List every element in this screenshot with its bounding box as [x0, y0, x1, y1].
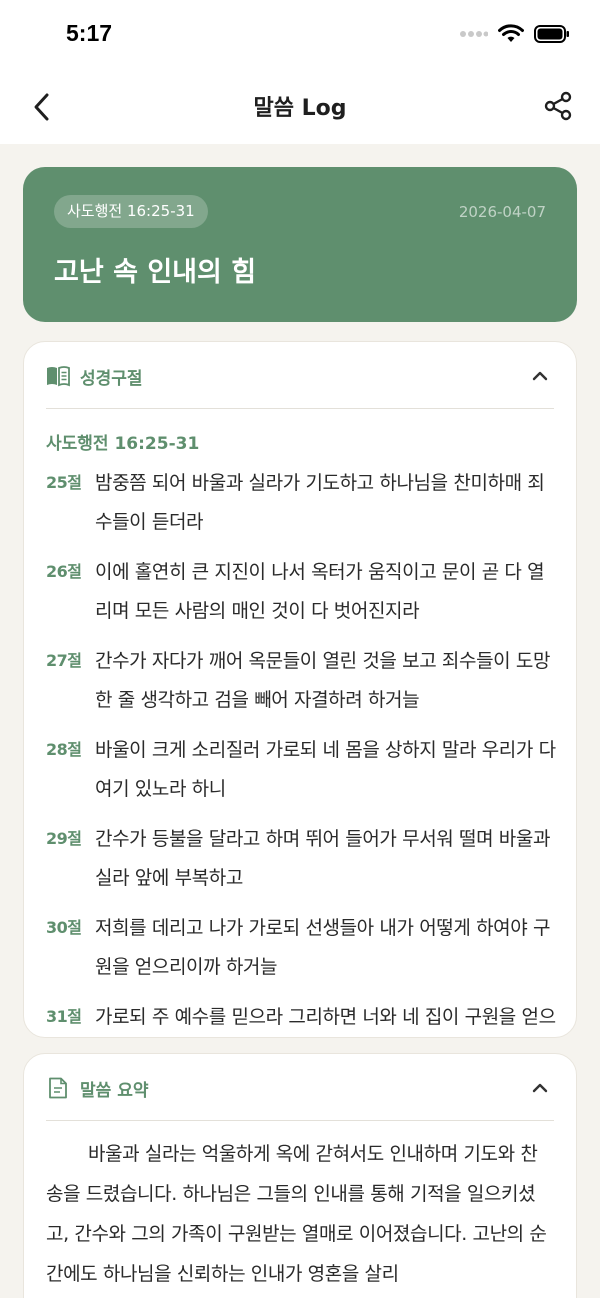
verse-text: 바울이 크게 소리질러 가로되 네 몸을 상하지 말라 우리가 다 여기 있노라…	[95, 739, 556, 800]
page-title: 말씀 Log	[253, 96, 347, 121]
verse-item: 27절 간수가 자다가 깨어 옥문들이 열린 것을 보고 죄수들이 도망한 줄 …	[46, 642, 558, 720]
verse-number: 27절	[46, 651, 82, 670]
verse-number: 26절	[46, 562, 82, 581]
status-icons	[460, 24, 570, 44]
scripture-section-title: 성경구절	[80, 369, 143, 389]
verse-item: 25절 밤중쯤 되어 바울과 실라가 기도하고 하나님을 찬미하매 죄수들이 듣…	[46, 464, 558, 542]
sermon-hero-card: 사도행전 16:25-31 2026-04-07 고난 속 인내의 힘	[23, 167, 577, 322]
share-button[interactable]	[540, 88, 576, 124]
navigation-bar: 말씀 Log	[0, 70, 600, 144]
battery-icon	[534, 25, 569, 43]
share-icon	[544, 91, 572, 121]
verse-text: 가로되 주 예수를 믿으라 그리하면 너와 네 집이 구원을 얻으리라 하고	[95, 1006, 556, 1028]
verse-item: 30절 저희를 데리고 나가 가로되 선생들아 내가 어떻게 하여야 구원을 얻…	[46, 909, 558, 987]
summary-section: 말씀 요약 바울과 실라는 억울하게 옥에 갇혀서도 인내하며 기도와 찬송을 …	[23, 1053, 577, 1298]
summary-section-header[interactable]: 말씀 요약	[46, 1054, 554, 1121]
status-bar: 5:17	[0, 0, 600, 70]
verse-number: 25절	[46, 473, 82, 492]
book-open-icon	[47, 366, 70, 387]
verse-number: 29절	[46, 829, 82, 848]
sermon-title: 고난 속 인내의 힘	[54, 257, 257, 288]
status-time: 5:17	[66, 20, 113, 46]
verse-text: 밤중쯤 되어 바울과 실라가 기도하고 하나님을 찬미하매 죄수들이 듣더라	[95, 472, 545, 533]
summary-section-title: 말씀 요약	[80, 1081, 149, 1101]
wifi-icon	[498, 24, 524, 42]
verse-item: 29절 간수가 등불을 달라고 하며 뛰어 들어가 무서워 떨며 바울과 실라 …	[46, 820, 558, 898]
verse-text: 간수가 자다가 깨어 옥문들이 열린 것을 보고 죄수들이 도망한 줄 생각하고…	[95, 650, 551, 711]
verse-number: 28절	[46, 740, 82, 759]
verse-item: 28절 바울이 크게 소리질러 가로되 네 몸을 상하지 말라 우리가 다 여기…	[46, 731, 558, 809]
verse-text: 이에 홀연히 큰 지진이 나서 옥터가 움직이고 문이 곧 다 열리며 모든 사…	[95, 561, 545, 622]
verse-item: 31절 가로되 주 예수를 믿으라 그리하면 너와 네 집이 구원을 얻으리라 …	[46, 998, 558, 1037]
scripture-reference: 사도행전 16:25-31	[46, 434, 200, 454]
document-icon	[49, 1077, 67, 1099]
scripture-reference-badge: 사도행전 16:25-31	[54, 195, 208, 228]
verse-text: 간수가 등불을 달라고 하며 뛰어 들어가 무서워 떨며 바울과 실라 앞에 부…	[95, 828, 551, 889]
sermon-date: 2026-04-07	[458, 203, 546, 221]
chevron-up-icon[interactable]	[530, 1078, 550, 1098]
verse-number: 30절	[46, 918, 82, 937]
verse-text: 저희를 데리고 나가 가로되 선생들아 내가 어떻게 하여야 구원을 얻으리이까…	[95, 917, 551, 978]
verse-number: 31절	[46, 1007, 82, 1026]
scripture-section: 성경구절 사도행전 16:25-31 25절 밤중쯤 되어 바울과 실라가 기도…	[23, 341, 577, 1038]
verse-list: 25절 밤중쯤 되어 바울과 실라가 기도하고 하나님을 찬미하매 죄수들이 듣…	[46, 464, 558, 1037]
scripture-section-header[interactable]: 성경구절	[46, 342, 554, 409]
cellular-signal-icon	[460, 31, 488, 37]
verse-item: 26절 이에 홀연히 큰 지진이 나서 옥터가 움직이고 문이 곧 다 열리며 …	[46, 553, 558, 631]
summary-text: 바울과 실라는 억울하게 옥에 갇혀서도 인내하며 기도와 찬송을 드렸습니다.…	[46, 1143, 547, 1285]
chevron-up-icon[interactable]	[530, 366, 550, 386]
